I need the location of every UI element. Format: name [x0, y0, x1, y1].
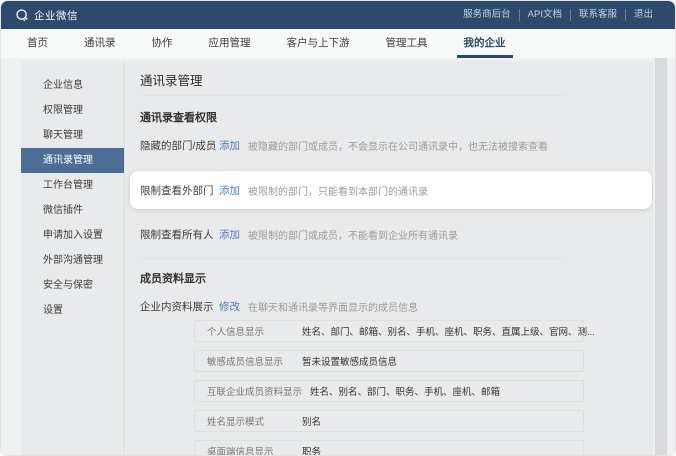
tab-app-management[interactable]: 应用管理: [209, 29, 251, 58]
profile-detail-boxes: 个人信息显示 姓名、部门、邮箱、别名、手机、座机、职务、直属上级、官网、测...…: [194, 320, 595, 455]
box-label: 个人信息显示: [207, 327, 265, 338]
sidebar-item-security[interactable]: 安全与保密: [21, 273, 124, 298]
row-label: 隐藏的部门/成员: [140, 140, 217, 152]
row-description: 在聊天和通讯录等界面显示的成员信息: [248, 303, 418, 314]
detail-box-name-display-mode: 姓名显示模式 别名: [194, 410, 584, 432]
main-content: 通讯录管理 通讯录查看权限 隐藏的部门/成员 添加 被隐藏的部门或成员，不会显示…: [126, 61, 653, 455]
detail-box-desktop-info: 桌面端信息显示 职务: [194, 440, 584, 455]
tab-my-company[interactable]: 我的企业: [456, 29, 513, 58]
box-label: 桌面端信息显示: [207, 447, 274, 455]
sidebar-item-permissions[interactable]: 权限管理: [21, 98, 124, 123]
add-link[interactable]: 添加: [219, 183, 240, 198]
tab-admin-tools[interactable]: 管理工具: [386, 29, 428, 58]
section-heading-member-profile: 成员资料显示: [140, 273, 206, 285]
tab-contacts[interactable]: 通讯录: [84, 29, 116, 58]
divider: [140, 258, 565, 259]
row-description: 被隐藏的部门或成员，不会显示在公司通讯录中，也无法被搜索查看: [248, 142, 548, 153]
tab-customers[interactable]: 客户与上下游: [287, 29, 350, 58]
vertical-scrollbar[interactable]: [655, 58, 667, 455]
sidebar-item-wechat-plugin[interactable]: 微信插件: [21, 198, 124, 223]
app-logo[interactable]: 企业微信: [15, 8, 78, 23]
box-label: 敏感成员信息显示: [207, 357, 284, 368]
page-body: 企业信息 权限管理 聊天管理 通讯录管理 工作台管理 微信插件 申请加入设置 外…: [1, 58, 675, 455]
api-docs-link[interactable]: API文档: [518, 9, 570, 21]
sidebar-item-company-info[interactable]: 企业信息: [21, 73, 124, 98]
sidebar-item-chat-management[interactable]: 聊天管理: [21, 123, 124, 148]
row-description: 被限制的部门，只能看到本部门的通讯录: [248, 186, 428, 198]
main-nav: 首页 通讯录 协作 应用管理 客户与上下游 管理工具 我的企业: [1, 29, 675, 58]
sidebar-item-workbench[interactable]: 工作台管理: [21, 173, 124, 198]
row-label: 限制查看所有人: [140, 229, 214, 241]
logout-link[interactable]: 退出: [624, 9, 661, 21]
box-value: 姓名、别名、部门、职务、手机、座机、邮箱: [310, 387, 501, 398]
setting-row-restrict-external: 限制查看外部门 添加 被限制的部门，只能看到本部门的通讯录: [140, 183, 428, 198]
box-value: 姓名、部门、邮箱、别名、手机、座机、职务、直属上级、官网、测...: [302, 327, 595, 338]
sidebar: 企业信息 权限管理 聊天管理 通讯录管理 工作台管理 微信插件 申请加入设置 外…: [21, 61, 125, 455]
modify-link[interactable]: 修改: [219, 299, 240, 314]
app-title: 企业微信: [34, 9, 78, 22]
box-value: 别名: [302, 417, 322, 428]
top-links: 服务商后台 API文档 联系客服 退出: [455, 9, 661, 21]
highlighted-row-restrict-external-department: 限制查看外部门 添加 被限制的部门，只能看到本部门的通讯录: [130, 171, 652, 209]
setting-row-restrict-everyone: 限制查看所有人 添加 被限制的部门或成员，不能看到企业所有通讯录: [140, 227, 641, 242]
add-link[interactable]: 添加: [219, 227, 240, 242]
app-window: 企业微信 服务商后台 API文档 联系客服 退出 首页 通讯录 协作 应用管理 …: [0, 0, 676, 456]
add-link[interactable]: 添加: [219, 138, 240, 153]
detail-box-sensitive-info: 敏感成员信息显示 暂未设置敏感成员信息: [194, 350, 584, 372]
tab-home[interactable]: 首页: [27, 29, 48, 58]
contact-support-link[interactable]: 联系客服: [569, 9, 625, 21]
sidebar-item-contacts-management[interactable]: 通讯录管理: [21, 148, 124, 173]
wechat-work-logo-icon: [15, 8, 29, 22]
box-label: 互联企业成员资料显示: [207, 387, 303, 398]
page-title: 通讯录管理: [140, 74, 203, 88]
top-bar: 企业微信 服务商后台 API文档 联系客服 退出: [1, 1, 675, 29]
section-heading-view-permissions: 通讯录查看权限: [140, 112, 217, 124]
tab-collaboration[interactable]: 协作: [152, 29, 173, 58]
box-value: 职务: [302, 447, 322, 455]
sidebar-item-external-comm[interactable]: 外部沟通管理: [21, 248, 124, 273]
box-value: 暂未设置敏感成员信息: [302, 357, 398, 368]
setting-row-hidden-departments: 隐藏的部门/成员 添加 被隐藏的部门或成员，不会显示在公司通讯录中，也无法被搜索…: [140, 138, 641, 153]
detail-box-linked-company-profile: 互联企业成员资料显示 姓名、别名、部门、职务、手机、座机、邮箱: [194, 380, 584, 402]
sidebar-item-join-settings[interactable]: 申请加入设置: [21, 223, 124, 248]
row-label: 限制查看外部门: [140, 184, 214, 197]
sidebar-item-settings[interactable]: 设置: [21, 298, 124, 323]
service-provider-console-link[interactable]: 服务商后台: [455, 9, 519, 21]
row-label: 企业内资料展示: [140, 301, 214, 313]
row-description: 被限制的部门或成员，不能看到企业所有通讯录: [248, 231, 458, 242]
box-label: 姓名显示模式: [207, 417, 265, 428]
divider: [140, 95, 565, 96]
setting-row-internal-profile: 企业内资料展示 修改 在聊天和通讯录等界面显示的成员信息: [140, 299, 641, 314]
detail-box-personal-info: 个人信息显示 姓名、部门、邮箱、别名、手机、座机、职务、直属上级、官网、测...: [194, 320, 595, 342]
